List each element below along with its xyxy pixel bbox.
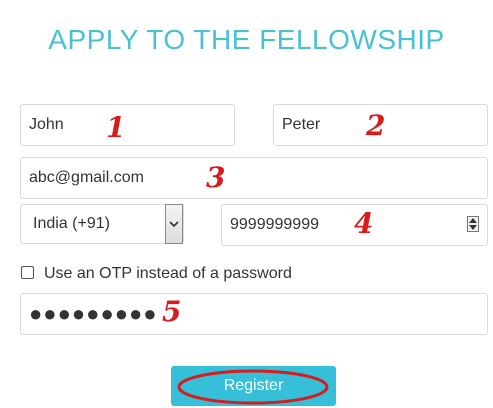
annotation-3: 3 (206, 161, 226, 194)
first-name-field[interactable] (20, 104, 235, 146)
password-input[interactable]: ●●●●●●●●● (29, 303, 158, 325)
page-title: APPLY TO THE FELLOWSHIP (48, 24, 445, 55)
annotation-1: 1 (106, 111, 126, 144)
password-field[interactable]: ●●●●●●●●● (20, 293, 488, 335)
annotation-4: 4 (354, 207, 374, 240)
register-button[interactable]: Register (171, 366, 336, 406)
annotation-5: 5 (162, 295, 182, 328)
annotation-2: 2 (366, 109, 386, 142)
registration-page: APPLY TO THE FELLOWSHIP 1 2 3 India (+91… (0, 0, 493, 408)
chevron-down-icon[interactable] (165, 204, 183, 244)
country-code-select[interactable]: India (+91) (20, 204, 184, 244)
email-field[interactable] (20, 157, 488, 199)
spinner-icon[interactable] (467, 216, 479, 232)
first-name-input[interactable] (29, 116, 226, 134)
otp-checkbox-label: Use an OTP instead of a password (44, 265, 292, 282)
otp-checkbox[interactable] (21, 266, 34, 279)
country-code-value: India (+91) (33, 215, 110, 232)
email-input[interactable] (29, 169, 479, 187)
